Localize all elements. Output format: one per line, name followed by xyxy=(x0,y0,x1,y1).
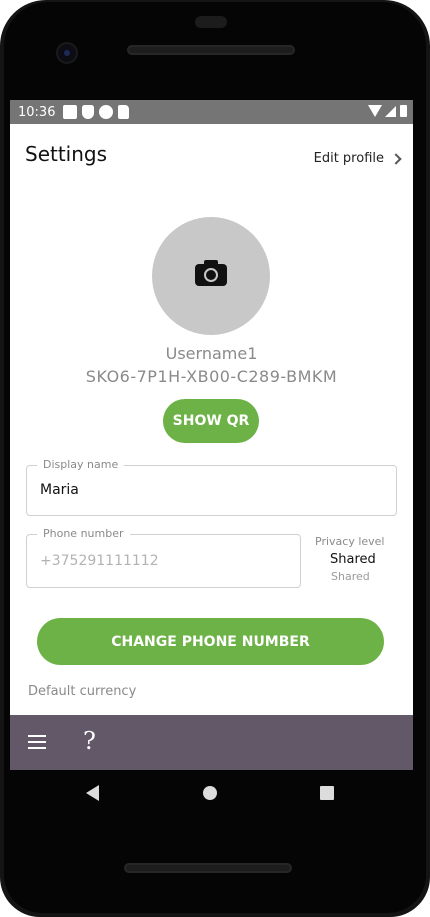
sd-card-icon xyxy=(118,105,130,119)
status-time: 10:36 xyxy=(18,104,56,120)
privacy-level-select[interactable]: Shared xyxy=(330,552,376,567)
user-id: SKO6-7P1H-XB00-C289-BMKM xyxy=(85,367,338,386)
display-name-value: Maria xyxy=(40,482,79,498)
menu-line xyxy=(28,741,46,743)
chevron-right-icon xyxy=(390,152,402,165)
notification-square-icon xyxy=(63,105,78,119)
phone-frame: 10:36 Settings Edit profile Username1 SK… xyxy=(0,0,430,917)
app-bottom-bar: ? xyxy=(10,715,413,770)
status-bar: 10:36 xyxy=(10,100,413,124)
edit-profile-link[interactable]: Edit profile xyxy=(313,151,402,166)
front-camera-icon xyxy=(58,44,76,62)
display-name-field[interactable]: Display name Maria xyxy=(26,458,397,516)
phone-number-field[interactable]: Phone number +375291111112 xyxy=(26,527,301,588)
phone-sensor xyxy=(195,16,227,28)
phone-number-value: +375291111112 xyxy=(40,553,159,569)
help-icon[interactable]: ? xyxy=(83,727,96,755)
show-qr-button[interactable]: SHOW QR xyxy=(163,399,259,443)
hamburger-menu-icon[interactable] xyxy=(28,735,46,749)
change-phone-number-button[interactable]: CHANGE PHONE NUMBER xyxy=(37,618,384,665)
sync-icon xyxy=(99,105,114,119)
menu-line xyxy=(28,735,46,737)
screen: 10:36 Settings Edit profile Username1 SK… xyxy=(10,100,413,770)
wifi-icon xyxy=(368,105,382,117)
nav-back-icon[interactable] xyxy=(86,785,99,801)
menu-line xyxy=(28,747,46,749)
signal-icon xyxy=(385,105,396,117)
nav-recents-icon[interactable] xyxy=(320,786,334,800)
status-right-group xyxy=(368,105,407,117)
page-title: Settings xyxy=(25,142,108,166)
camera-icon xyxy=(195,260,227,286)
privacy-level-label: Privacy level xyxy=(315,535,385,548)
battery-icon xyxy=(400,105,407,117)
avatar[interactable] xyxy=(152,217,270,335)
username: Username1 xyxy=(165,344,258,363)
phone-number-label: Phone number xyxy=(37,527,130,540)
privacy-level-sub: Shared xyxy=(331,570,370,583)
edit-profile-label: Edit profile xyxy=(313,151,384,166)
bottom-speaker xyxy=(124,863,292,873)
nav-home-icon[interactable] xyxy=(203,786,217,800)
shield-icon xyxy=(82,105,95,119)
default-currency-label: Default currency xyxy=(28,684,137,699)
display-name-label: Display name xyxy=(37,458,125,471)
earpiece-speaker xyxy=(127,45,295,55)
